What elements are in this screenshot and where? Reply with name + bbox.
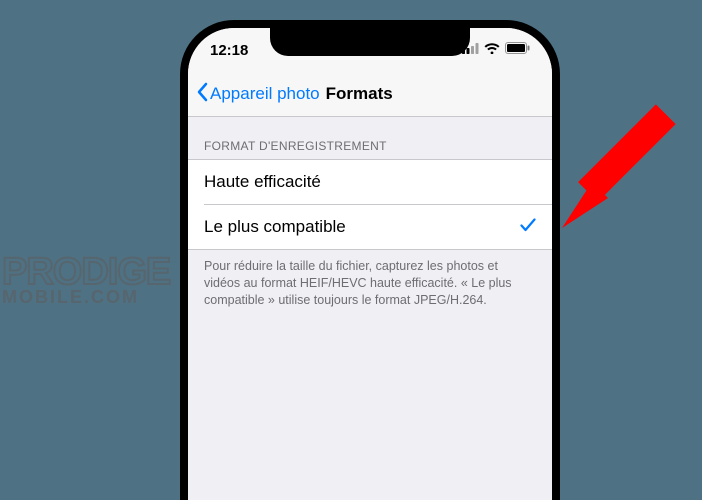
annotation-arrow-icon xyxy=(560,100,700,240)
wifi-icon xyxy=(484,41,500,59)
phone-notch xyxy=(270,28,470,56)
section-header: FORMAT D'ENREGISTREMENT xyxy=(188,117,552,159)
option-high-efficiency[interactable]: Haute efficacité xyxy=(188,160,552,204)
checkmark-icon xyxy=(520,217,536,237)
battery-icon xyxy=(505,41,530,59)
back-label: Appareil photo xyxy=(210,84,320,104)
status-icons xyxy=(462,41,530,59)
status-time: 12:18 xyxy=(210,42,248,59)
watermark-line2: MOBILE.COM xyxy=(2,290,170,304)
phone-frame: 12:18 xyxy=(180,20,560,500)
settings-content: FORMAT D'ENREGISTREMENT Haute efficacité… xyxy=(188,117,552,500)
section-footer: Pour réduire la taille du fichier, captu… xyxy=(188,250,552,309)
page-title: Formats xyxy=(326,84,393,104)
watermark-line1: PRODIGE xyxy=(2,258,170,288)
option-most-compatible[interactable]: Le plus compatible xyxy=(204,204,552,249)
chevron-left-icon xyxy=(196,82,208,107)
screenshot-stage: 12:18 xyxy=(0,0,702,500)
phone-screen: 12:18 xyxy=(188,28,552,500)
format-option-group: Haute efficacité Le plus compatible xyxy=(188,159,552,250)
watermark: PRODIGE MOBILE.COM xyxy=(2,258,170,304)
back-button[interactable]: Appareil photo xyxy=(196,82,320,107)
option-label: Haute efficacité xyxy=(204,172,321,192)
navigation-bar: Appareil photo Formats xyxy=(188,72,552,117)
option-label: Le plus compatible xyxy=(204,217,346,237)
